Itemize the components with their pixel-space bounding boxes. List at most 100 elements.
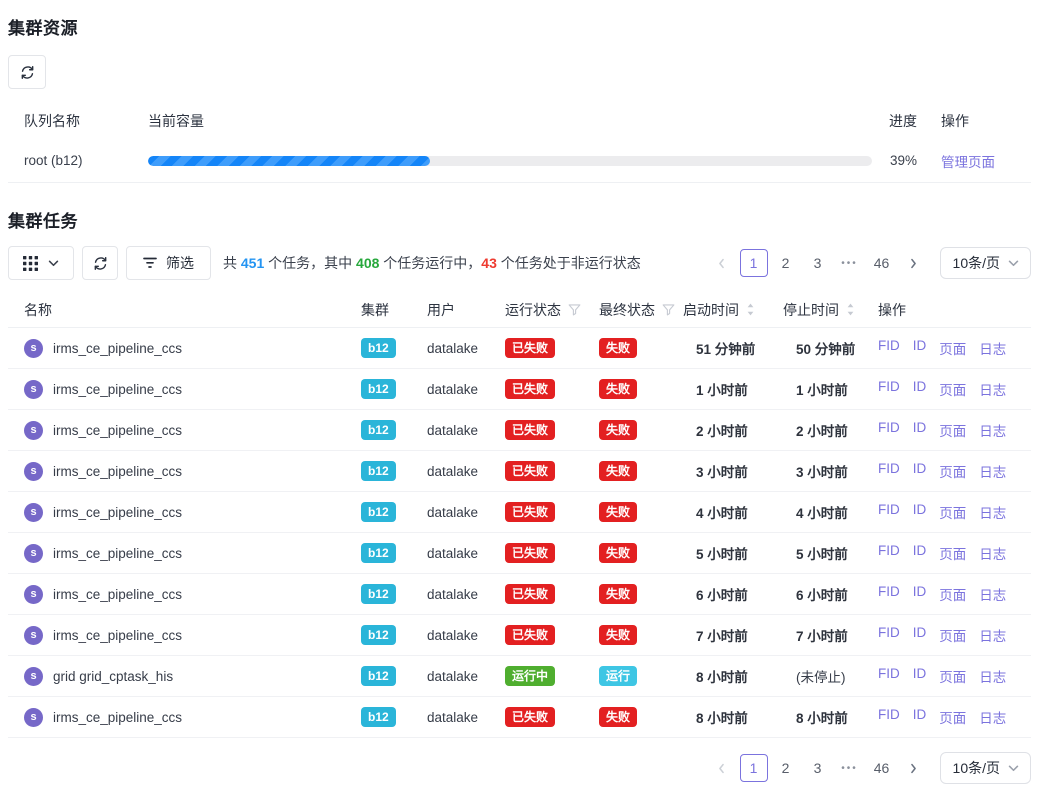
action-link-fid[interactable]: FID [878, 420, 900, 440]
task-name: irms_ce_pipeline_ccs [53, 628, 182, 643]
column-header-3[interactable]: 运行状态 [505, 300, 599, 320]
pagination-page-1[interactable]: 1 [740, 249, 768, 277]
action-link-日志[interactable]: 日志 [979, 379, 1006, 399]
action-link-页面[interactable]: 页面 [939, 379, 966, 399]
run-status-badge: 已失败 [505, 461, 555, 481]
action-link-页面[interactable]: 页面 [939, 666, 966, 686]
start-time: 7 小时前 [683, 625, 783, 645]
pagination-page-1[interactable]: 1 [740, 754, 768, 782]
action-link-fid[interactable]: FID [878, 379, 900, 399]
chevron-down-icon [1008, 765, 1019, 772]
action-link-日志[interactable]: 日志 [979, 502, 1006, 522]
table-row: s irms_ce_pipeline_ccs b12 datalake 已失败 … [8, 533, 1031, 574]
pagination-page-3[interactable]: 3 [804, 249, 832, 277]
action-link-fid[interactable]: FID [878, 543, 900, 563]
action-link-id[interactable]: ID [913, 461, 927, 481]
action-link-id[interactable]: ID [913, 625, 927, 645]
table-row: s irms_ce_pipeline_ccs b12 datalake 已失败 … [8, 697, 1031, 738]
tasks-refresh-button[interactable] [82, 246, 118, 280]
action-link-fid[interactable]: FID [878, 625, 900, 645]
pagination-prev-button[interactable] [708, 754, 736, 782]
action-link-页面[interactable]: 页面 [939, 584, 966, 604]
column-label: 运行状态 [505, 300, 561, 320]
column-label: 操作 [878, 300, 906, 320]
run-status-badge: 已失败 [505, 502, 555, 522]
action-link-fid[interactable]: FID [878, 584, 900, 604]
page-size-select[interactable]: 10条/页 [940, 752, 1031, 784]
action-link-日志[interactable]: 日志 [979, 584, 1006, 604]
sorter-icon[interactable] [846, 303, 855, 316]
action-link-页面[interactable]: 页面 [939, 420, 966, 440]
column-header-4[interactable]: 最终状态 [599, 300, 683, 320]
task-name: irms_ce_pipeline_ccs [53, 710, 182, 725]
column-header-5[interactable]: 启动时间 [683, 300, 783, 320]
pagination-next-button[interactable] [900, 754, 928, 782]
sorter-icon[interactable] [746, 303, 755, 316]
action-link-id[interactable]: ID [913, 543, 927, 563]
action-link-id[interactable]: ID [913, 338, 927, 358]
filter-funnel-icon[interactable] [662, 304, 675, 316]
column-header-6[interactable]: 停止时间 [783, 300, 878, 320]
filter-lines-icon [143, 257, 157, 269]
filter-funnel-icon[interactable] [568, 304, 581, 316]
user-name: datalake [427, 505, 505, 520]
chevron-right-icon [909, 258, 918, 269]
action-link-日志[interactable]: 日志 [979, 625, 1006, 645]
final-status-badge: 失败 [599, 502, 637, 522]
action-link-页面[interactable]: 页面 [939, 707, 966, 727]
action-link-fid[interactable]: FID [878, 707, 900, 727]
chevron-left-icon [717, 258, 726, 269]
table-row: s irms_ce_pipeline_ccs b12 datalake 已失败 … [8, 451, 1031, 492]
action-link-页面[interactable]: 页面 [939, 338, 966, 358]
action-link-fid[interactable]: FID [878, 666, 900, 686]
final-status-badge: 失败 [599, 379, 637, 399]
pagination-page-2[interactable]: 2 [772, 754, 800, 782]
user-name: datalake [427, 423, 505, 438]
action-link-日志[interactable]: 日志 [979, 707, 1006, 727]
user-name: datalake [427, 341, 505, 356]
total-tasks-count: 451 [241, 255, 264, 271]
pagination-prev-button[interactable] [708, 249, 736, 277]
page: 集群资源 队列名称 当前容量 进度 操作 root (b12) [0, 0, 1039, 794]
final-status-badge: 运行 [599, 666, 637, 686]
action-link-页面[interactable]: 页面 [939, 543, 966, 563]
cluster-badge: b12 [361, 461, 396, 481]
action-link-页面[interactable]: 页面 [939, 461, 966, 481]
action-link-日志[interactable]: 日志 [979, 420, 1006, 440]
action-link-id[interactable]: ID [913, 379, 927, 399]
action-link-id[interactable]: ID [913, 502, 927, 522]
column-header-capacity: 当前容量 [148, 111, 872, 131]
column-settings-button[interactable] [8, 246, 74, 280]
start-time: 8 小时前 [683, 707, 783, 727]
action-link-页面[interactable]: 页面 [939, 625, 966, 645]
action-link-fid[interactable]: FID [878, 461, 900, 481]
cluster-badge: b12 [361, 420, 396, 440]
action-link-id[interactable]: ID [913, 420, 927, 440]
pagination-ellipsis: ••• [836, 754, 864, 782]
resources-refresh-button[interactable] [8, 55, 46, 89]
action-links: FID ID 页面日志 [878, 625, 1031, 645]
action-link-fid[interactable]: FID [878, 502, 900, 522]
table-row: s irms_ce_pipeline_ccs b12 datalake 已失败 … [8, 492, 1031, 533]
pagination-page-3[interactable]: 3 [804, 754, 832, 782]
pagination-page-46[interactable]: 46 [868, 754, 896, 782]
manage-page-link[interactable]: 管理页面 [941, 155, 995, 170]
stop-time: 4 小时前 [783, 502, 878, 522]
filter-button[interactable]: 筛选 [126, 246, 211, 280]
pagination-next-button[interactable] [900, 249, 928, 277]
pagination-page-46[interactable]: 46 [868, 249, 896, 277]
action-link-id[interactable]: ID [913, 707, 927, 727]
start-time: 1 小时前 [683, 379, 783, 399]
action-link-日志[interactable]: 日志 [979, 461, 1006, 481]
tasks-table-header: 名称集群用户运行状态最终状态启动时间停止时间操作 [8, 292, 1031, 328]
avatar: s [24, 626, 43, 645]
pagination-page-2[interactable]: 2 [772, 249, 800, 277]
action-link-id[interactable]: ID [913, 584, 927, 604]
action-link-fid[interactable]: FID [878, 338, 900, 358]
action-link-id[interactable]: ID [913, 666, 927, 686]
action-link-页面[interactable]: 页面 [939, 502, 966, 522]
action-link-日志[interactable]: 日志 [979, 666, 1006, 686]
page-size-select[interactable]: 10条/页 [940, 247, 1031, 279]
action-link-日志[interactable]: 日志 [979, 338, 1006, 358]
action-link-日志[interactable]: 日志 [979, 543, 1006, 563]
